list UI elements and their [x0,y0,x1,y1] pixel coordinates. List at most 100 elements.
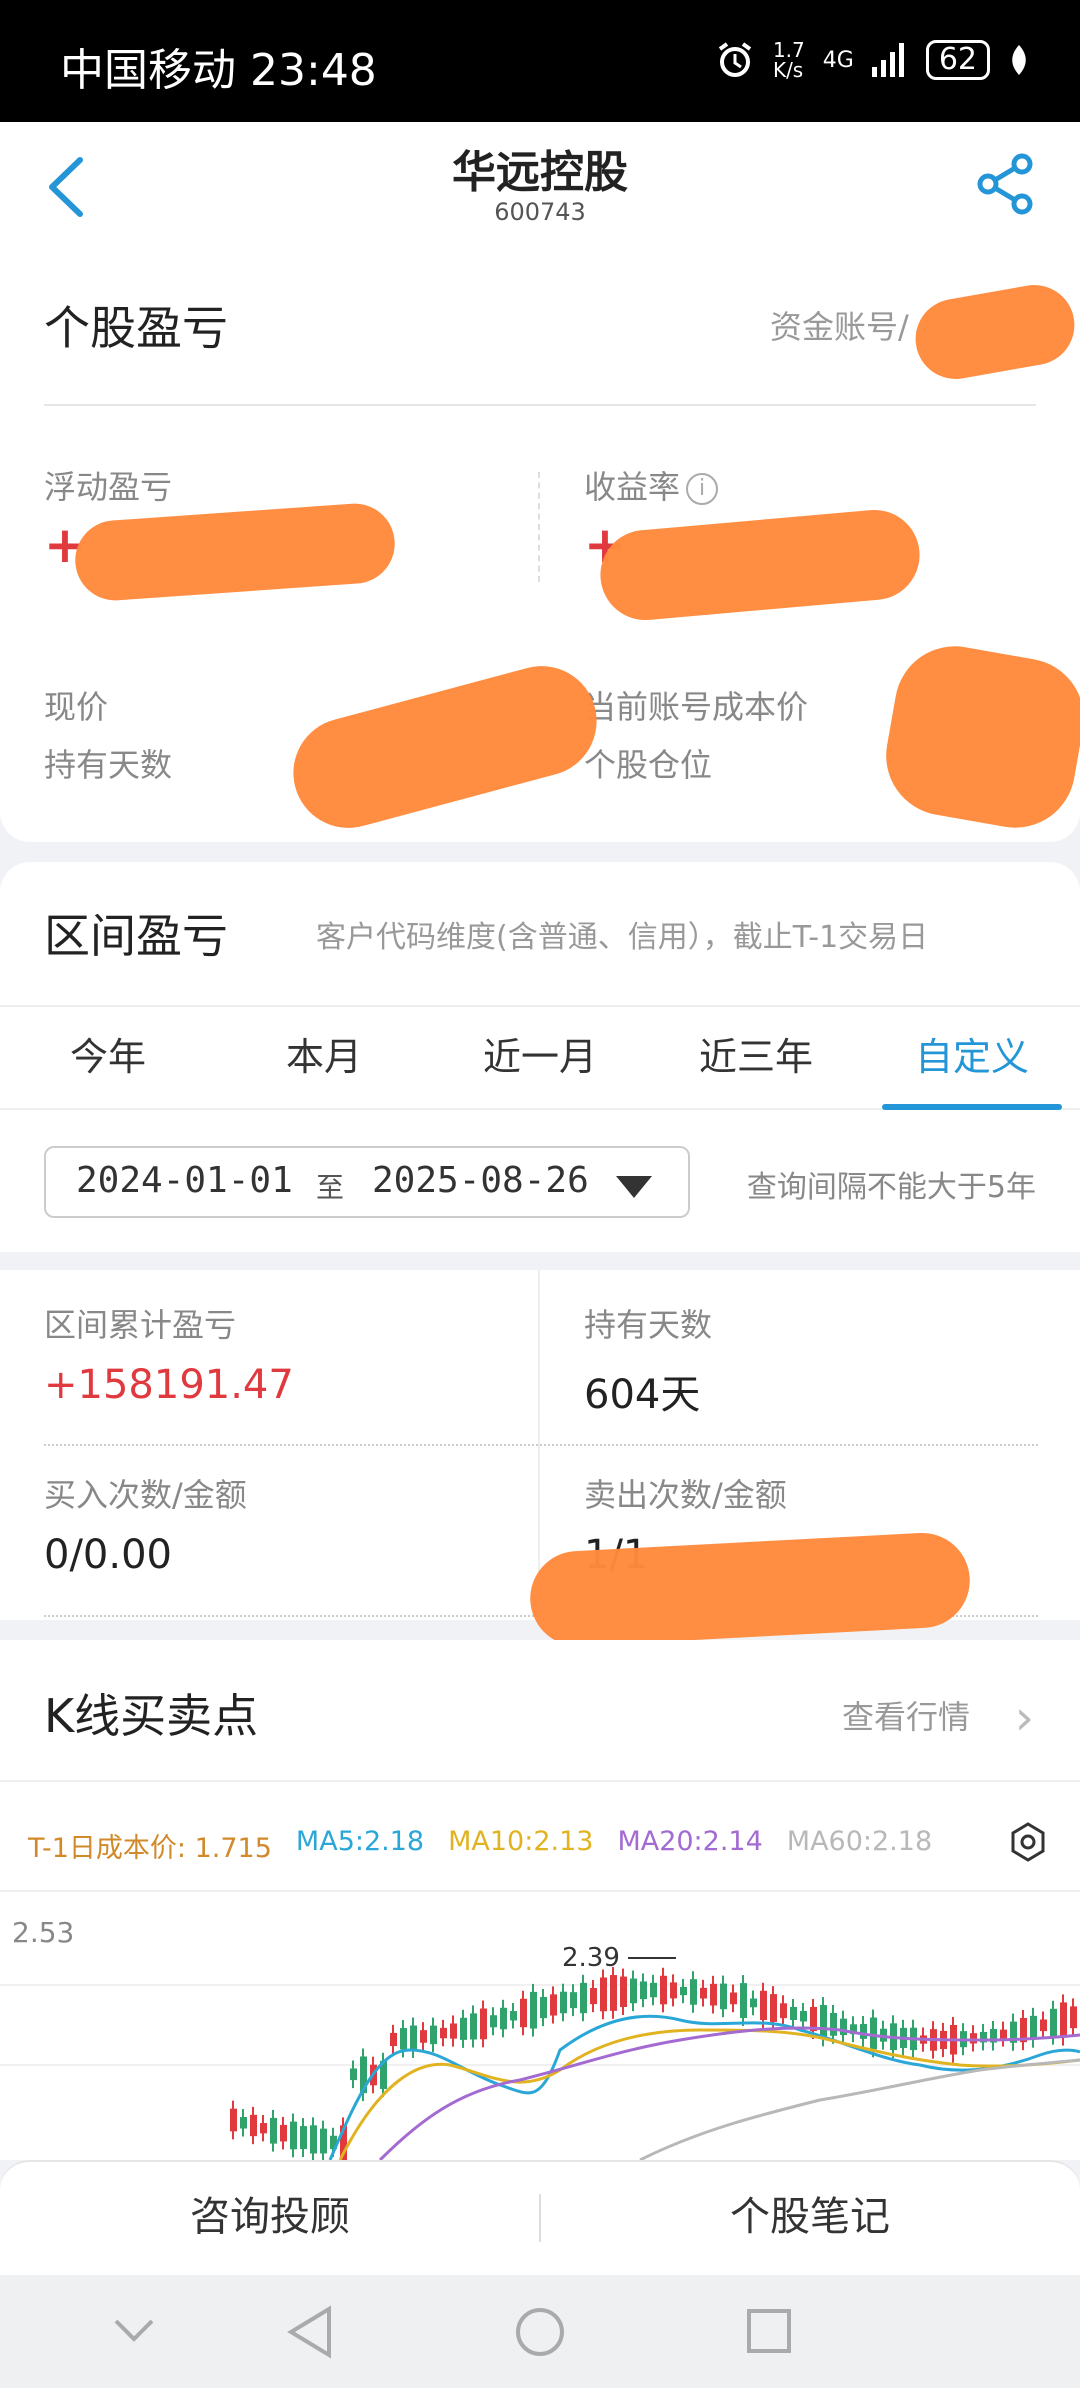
candle-body [800,2011,807,2022]
candle-body [870,2017,877,2050]
divider [538,472,540,582]
candle-body [710,1983,717,2006]
candle-body [580,1982,587,2014]
candle-body [610,1975,617,2011]
date-separator: 至 [316,1171,345,1204]
network-type: 4G [822,47,854,73]
share-icon[interactable] [974,152,1038,216]
tab-this-month[interactable]: 本月 [216,1007,432,1108]
stock-notes-button[interactable]: 个股笔记 [540,2162,1080,2275]
tab-custom[interactable]: 自定义 [864,1007,1080,1110]
legend-ma20: MA20:2.14 [617,1826,763,1857]
candle-body [750,1998,757,2008]
price-label: 现价 [44,688,109,726]
divider [0,1890,1080,1892]
legend-cost: T-1日成本价: 1.715 [28,1833,272,1864]
candle-body [620,1976,627,2007]
candle-body [560,1991,567,2014]
candle-body [740,1983,747,2018]
battery-indicator: 62 [925,40,990,80]
candle-body [460,2017,467,2040]
tab-last-month[interactable]: 近一月 [432,1007,648,1108]
status-bar: 中国移动 23:48 1.7 K/s 4G 62 [0,0,1080,122]
ma10-line [338,2028,1080,2160]
candle-body [770,1994,777,2022]
recents-square-icon[interactable] [745,2307,793,2355]
candle-body [290,2121,297,2150]
candle-body [1050,2008,1057,2037]
candle-body [1070,2006,1077,2029]
candle-body [780,2003,787,2019]
candle-body [470,2013,477,2040]
divider [44,404,1036,406]
consult-advisor-button[interactable]: 咨询投顾 [0,2162,540,2275]
kline-title: K线买卖点 [44,1689,259,1743]
settings-icon[interactable] [1006,1820,1050,1864]
candle-body [660,1975,667,2005]
carrier-name: 中国移动 [60,45,236,96]
view-quote-link[interactable]: 查看行情 [842,1692,970,1738]
info-icon[interactable]: i [686,473,719,505]
candle-body [410,2025,417,2050]
date-from[interactable]: 2024-01-01 [76,1160,293,1201]
candle-body [240,2117,247,2129]
candle-body [530,1991,537,2029]
candle-body [1060,2002,1067,2038]
candle-body [390,2032,397,2047]
candle-body [230,2108,237,2132]
candle-body [300,2126,307,2150]
candle-body [670,1982,677,1999]
candle-body [720,1983,727,2010]
legend-ma10: MA10:2.13 [448,1826,594,1857]
buy-value: 0/0.00 [44,1532,172,1578]
status-icons: 1.7 K/s 4G 62 [715,40,1030,80]
legend-ma60: MA60:2.18 [786,1826,933,1857]
candle-body [650,1982,657,1998]
candle-body [540,1996,547,2019]
candle-body [450,2023,457,2039]
candle-body [630,1978,637,2004]
system-nav-bar [0,2275,1080,2388]
divider [0,1780,1080,1782]
kline-card: K线买卖点 查看行情 › T-1日成本价: 1.715 MA5:2.18 MA1… [0,1640,1080,2160]
hold-days-label: 持有天数 [584,1306,713,1344]
candle-body [440,2027,447,2039]
header: 华远控股 600743 [0,122,1080,272]
candle-body [520,1998,527,2028]
kline-legend: T-1日成本价: 1.715 MA5:2.18 MA10:2.13 MA20:2… [28,1826,932,1865]
redaction-mark [281,653,609,841]
candle-body [1040,2019,1047,2032]
divider [539,2194,541,2242]
chevron-right-icon[interactable]: › [1015,1690,1034,1746]
dropdown-triangle-icon[interactable] [616,1176,652,1198]
cum-pl-label: 区间累计盈亏 [44,1306,237,1344]
bottom-action-bar: 咨询投顾 个股笔记 [0,2160,1080,2275]
candle-body [600,1977,607,2012]
period-tabs: 今年 本月 近一月 近三年 自定义 [0,1005,1080,1110]
candle-body [820,2005,827,2039]
period-subtitle: 客户代码维度(含普通、信用），截止T-1交易日 [316,920,929,955]
chevron-down-icon[interactable] [112,2315,156,2345]
hold-days-label: 持有天数 [44,746,173,784]
net-speed: 1.7 K/s [772,38,805,82]
candle-body [1000,2029,1007,2039]
candle-body [550,1994,557,2016]
candle-body [760,1990,767,2021]
candle-body [1030,2015,1037,2040]
candle-body [590,1988,597,2005]
date-range-picker[interactable]: 2024-01-01 至 2025-08-26 [44,1146,690,1218]
candle-body [250,2114,257,2137]
tab-this-year[interactable]: 今年 [0,1007,216,1108]
date-to[interactable]: 2025-08-26 [372,1160,589,1201]
candle-body [700,1987,707,1999]
page-title: 华远控股 [452,147,628,198]
candle-body [970,2033,977,2044]
back-triangle-icon[interactable] [285,2305,335,2359]
home-circle-icon[interactable] [513,2305,567,2359]
kline-chart[interactable]: 2.53 2.39 [0,1900,1080,2160]
redaction-mark [596,506,924,624]
divider [44,1444,1038,1446]
floating-pl-label: 浮动盈亏 [44,468,173,506]
tab-last-three-years[interactable]: 近三年 [648,1007,864,1108]
holding-title: 个股盈亏 [44,301,228,355]
